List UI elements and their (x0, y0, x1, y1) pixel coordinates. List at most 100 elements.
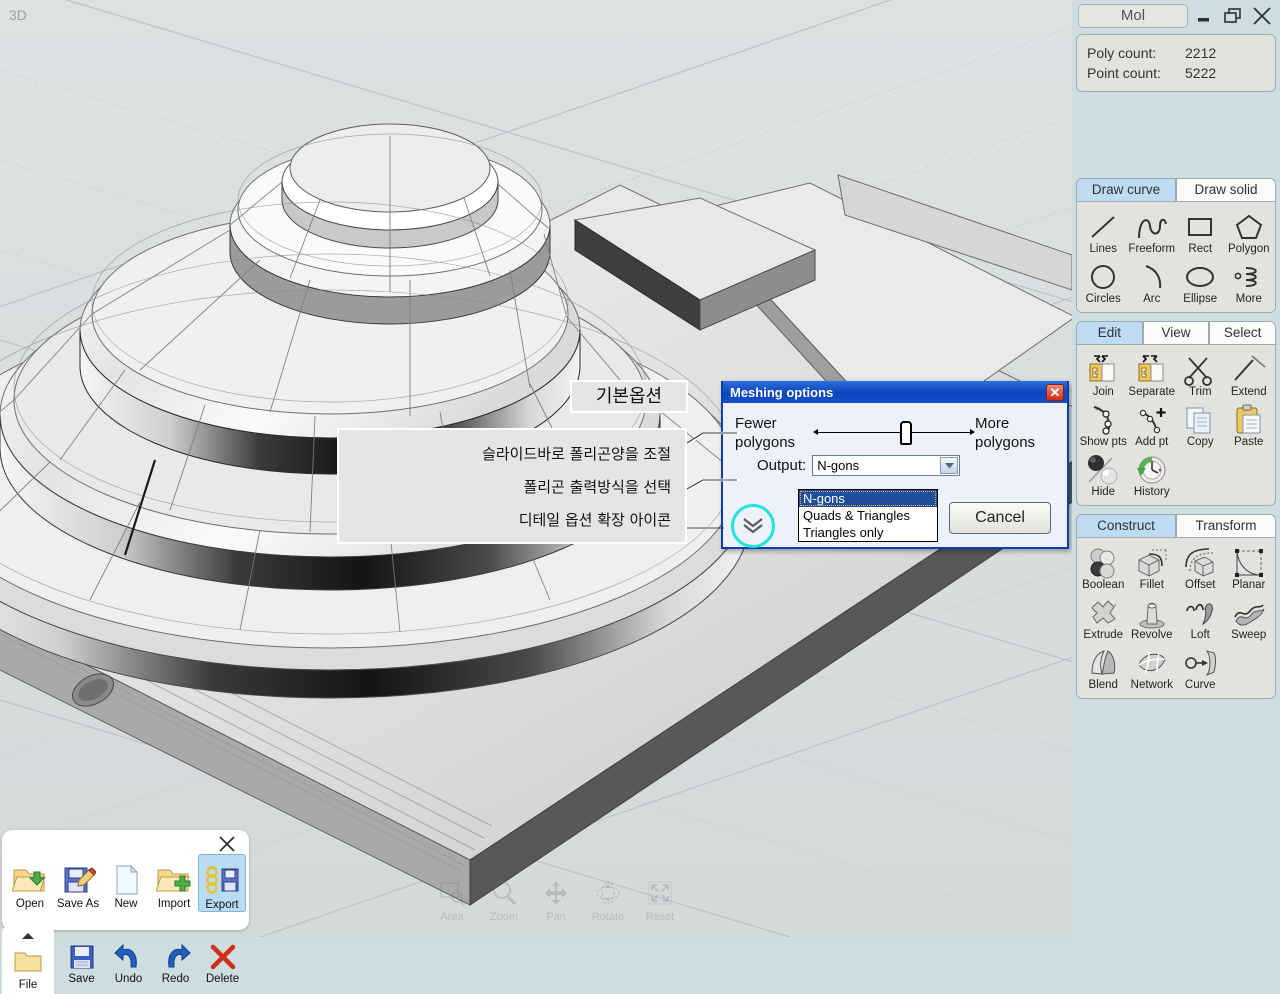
tool-lines[interactable]: Lines (1079, 208, 1128, 258)
tool-network[interactable]: Network (1128, 644, 1177, 694)
extrude-icon (1079, 596, 1128, 630)
tab-transform[interactable]: Transform (1176, 514, 1276, 537)
tool-label: Boolean (1082, 579, 1125, 591)
restore-button[interactable] (1222, 4, 1244, 28)
command-label: Redo (161, 973, 190, 985)
annotation-line-2: 폴리곤 출력방식을 선택 (523, 478, 671, 496)
nav-tool-pan[interactable]: Pan (536, 880, 576, 923)
file-menu-tab[interactable]: File (2, 925, 54, 994)
tab-view[interactable]: View (1142, 321, 1210, 344)
command-label: Delete (205, 973, 240, 985)
file-import-button[interactable]: Import (150, 854, 198, 912)
loft-icon (1176, 596, 1225, 630)
slider-track-line (813, 429, 975, 435)
tool-polygon[interactable]: Polygon (1225, 208, 1274, 258)
nav-tool-reset[interactable]: Reset (640, 880, 680, 923)
tool-sweep[interactable]: Sweep (1225, 594, 1274, 644)
tab-select[interactable]: Select (1209, 321, 1277, 344)
tool-loft[interactable]: Loft (1176, 594, 1225, 644)
tool-paste[interactable]: Paste (1225, 401, 1274, 451)
output-format-select[interactable]: N-gons (812, 455, 961, 476)
viewport-navigation-tools[interactable]: Area Zoom Pan Rotate Reset (432, 880, 680, 923)
tool-extrude[interactable]: Extrude (1079, 594, 1128, 644)
tool-extend[interactable]: Extend (1225, 351, 1274, 401)
polygon-density-slider[interactable] (813, 413, 975, 453)
tool-separate[interactable]: Separate (1128, 351, 1177, 401)
tool-add-pt[interactable]: Add pt (1128, 401, 1177, 451)
tool-join[interactable]: Join (1079, 351, 1128, 401)
file-new-button[interactable]: New (102, 854, 150, 912)
file-save-as-button[interactable]: Save As (54, 854, 102, 912)
output-format-dropdown-list[interactable]: N-gons Quads & Triangles Triangles only (798, 489, 938, 542)
tool-trim[interactable]: Trim (1176, 351, 1225, 401)
tool-curve[interactable]: Curve (1176, 644, 1225, 694)
cancel-button[interactable]: Cancel (949, 502, 1051, 534)
output-format-row: Output: N-gons (723, 453, 1067, 476)
nav-tool-zoom[interactable]: Zoom (484, 880, 524, 923)
point-count-value: 5222 (1185, 65, 1217, 81)
construct-tool-grid: Boolean Fillet Offset Planar Extrude Rev… (1079, 544, 1273, 694)
tool-planar[interactable]: Planar (1225, 544, 1274, 594)
expand-detail-options-button[interactable] (731, 504, 775, 548)
tool-label: Paste (1234, 436, 1264, 448)
tool-offset[interactable]: Offset (1176, 544, 1225, 594)
slider-left-label: Fewer polygons (735, 415, 796, 451)
tool-hide[interactable]: Hide (1079, 451, 1128, 501)
nav-tool-rotate[interactable]: Rotate (588, 880, 628, 923)
tool-fillet[interactable]: Fillet (1128, 544, 1177, 594)
undo-button[interactable]: Undo (105, 941, 152, 985)
rectangle-icon (1176, 210, 1225, 244)
delete-button[interactable]: Delete (199, 941, 246, 985)
construct-panel-tabs[interactable]: Construct Transform (1076, 514, 1276, 537)
edit-panel: Edit View Select Join Separate Trim Exte… (1076, 321, 1277, 506)
tool-label: Revolve (1130, 629, 1173, 641)
tool-blend[interactable]: Blend (1079, 644, 1128, 694)
tool-show-pts[interactable]: Show pts (1079, 401, 1128, 451)
tool-copy[interactable]: Copy (1176, 401, 1225, 451)
circle-icon (1079, 260, 1128, 294)
output-format-value: N-gons (817, 458, 860, 473)
nav-tool-label: Pan (546, 911, 566, 923)
draw-panel-tabs[interactable]: Draw curve Draw solid (1076, 178, 1276, 201)
file-item-label: Save As (56, 898, 100, 910)
tab-draw-solid[interactable]: Draw solid (1176, 178, 1276, 201)
file-flyout-palette[interactable]: Open Save As New Import Export (2, 830, 249, 930)
point-count-row: Point count: 5222 (1087, 63, 1265, 83)
construct-panel: Construct Transform Boolean Fillet Offse… (1076, 514, 1276, 699)
file-export-button[interactable]: Export (198, 854, 246, 912)
tool-more-curves[interactable]: More (1225, 258, 1274, 308)
edit-panel-tabs[interactable]: Edit View Select (1076, 321, 1277, 344)
tool-label: Extrude (1083, 629, 1124, 641)
file-open-button[interactable]: Open (6, 854, 54, 912)
copy-icon (1176, 403, 1225, 437)
tool-label: Lines (1089, 243, 1118, 255)
minimize-button[interactable] (1194, 4, 1216, 28)
tab-edit[interactable]: Edit (1076, 321, 1143, 344)
tool-revolve[interactable]: Revolve (1128, 594, 1177, 644)
join-icon (1079, 353, 1128, 387)
nav-tool-area[interactable]: Area (432, 880, 472, 923)
tool-history[interactable]: History (1128, 451, 1177, 501)
reset-icon (640, 880, 680, 910)
tool-circles[interactable]: Circles (1079, 258, 1128, 308)
double-chevron-down-icon (743, 518, 763, 534)
save-disk-icon (58, 941, 105, 973)
close-icon[interactable]: ✕ (1046, 383, 1064, 401)
tool-arc[interactable]: Arc (1128, 258, 1177, 308)
tool-ellipse[interactable]: Ellipse (1176, 258, 1225, 308)
dropdown-option-n-gons[interactable]: N-gons (799, 490, 937, 507)
tool-boolean[interactable]: Boolean (1079, 544, 1128, 594)
tool-rect[interactable]: Rect (1176, 208, 1225, 258)
tab-construct[interactable]: Construct (1076, 514, 1176, 537)
tool-label: Sweep (1231, 629, 1267, 641)
dropdown-option-triangles-only[interactable]: Triangles only (799, 524, 937, 541)
dropdown-option-quads-triangles[interactable]: Quads & Triangles (799, 507, 937, 524)
save-button[interactable]: Save (58, 941, 105, 985)
slider-thumb[interactable] (900, 421, 913, 445)
tab-draw-curve[interactable]: Draw curve (1076, 178, 1176, 201)
chevron-down-icon[interactable] (940, 457, 959, 474)
line-icon (1079, 210, 1128, 244)
redo-button[interactable]: Redo (152, 941, 199, 985)
close-button[interactable] (1250, 4, 1272, 28)
tool-freeform[interactable]: Freeform (1128, 208, 1177, 258)
